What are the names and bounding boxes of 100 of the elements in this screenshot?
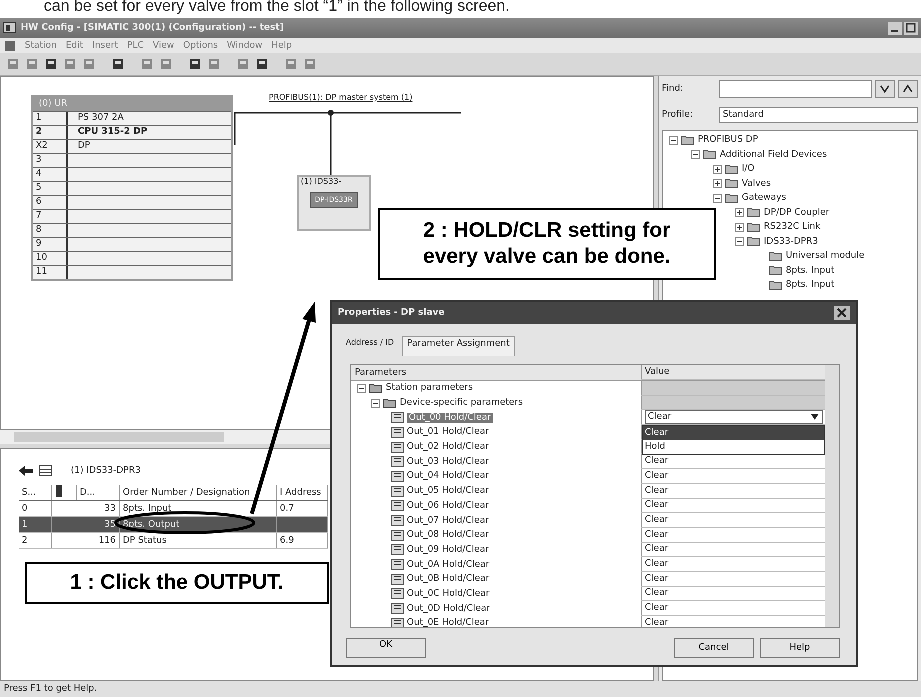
parameter-name[interactable]: Out_0B Hold/Clear bbox=[407, 574, 490, 584]
document-icon bbox=[4, 40, 16, 52]
expander-icon[interactable] bbox=[735, 237, 744, 246]
parameter-name[interactable]: Out_0A Hold/Clear bbox=[407, 560, 490, 570]
module-row[interactable]: 1 35 8pts. Output bbox=[19, 516, 328, 532]
parameter-icon bbox=[391, 426, 404, 438]
column-header[interactable]: D... bbox=[76, 485, 120, 500]
folder-icon bbox=[747, 222, 761, 233]
find-next-icon[interactable] bbox=[875, 80, 895, 98]
vertical-scrollbar[interactable] bbox=[825, 365, 839, 627]
parameter-name[interactable]: Out_0C Hold/Clear bbox=[407, 588, 490, 599]
value-cell[interactable]: Clear bbox=[645, 544, 669, 554]
parameter-name[interactable]: Out_0D Hold/Clear bbox=[407, 604, 490, 614]
module-name[interactable]: CPU 315-2 DP bbox=[78, 127, 148, 137]
menu-item[interactable]: Insert bbox=[92, 40, 118, 50]
window-title: HW Config - [SIMATIC 300(1) (Configuration) -- test] bbox=[21, 23, 284, 33]
value-cell[interactable]: Clear bbox=[645, 588, 669, 598]
parameter-name[interactable]: Out_09 Hold/Clear bbox=[407, 544, 490, 555]
catalog-item[interactable]: DP/DP Coupler bbox=[764, 208, 830, 218]
collapse-icon[interactable] bbox=[357, 384, 366, 393]
parameter-name[interactable]: Out_06 Hold/Clear bbox=[407, 500, 490, 511]
parameter-name[interactable]: Out_01 Hold/Clear bbox=[407, 427, 490, 438]
parameter-icon bbox=[391, 618, 404, 627]
parameter-name[interactable]: Out_05 Hold/Clear bbox=[407, 486, 490, 496]
column-header[interactable]: Value bbox=[641, 365, 825, 380]
parameter-name[interactable]: Out_07 Hold/Clear bbox=[407, 516, 490, 526]
callout-box: 1 : Click the OUTPUT. bbox=[25, 562, 329, 604]
dropdown-option[interactable]: Clear bbox=[643, 426, 824, 440]
dialog-tab[interactable]: Address / ID bbox=[342, 336, 398, 356]
find-field[interactable] bbox=[719, 80, 872, 98]
catalog-item[interactable]: Gateways bbox=[742, 193, 786, 204]
dialog-button[interactable]: Cancel bbox=[674, 638, 754, 658]
module-icon bbox=[55, 485, 63, 497]
value-cell[interactable]: Clear bbox=[645, 618, 669, 627]
dropdown-arrow-icon[interactable] bbox=[810, 413, 820, 422]
menu-item[interactable]: View bbox=[153, 40, 174, 50]
parameter-name[interactable]: Out_02 Hold/Clear bbox=[407, 442, 490, 452]
parameter-icon bbox=[391, 530, 404, 541]
parameter-icon bbox=[391, 412, 404, 424]
expander-icon[interactable] bbox=[713, 179, 722, 188]
catalog-item[interactable]: Universal module bbox=[786, 251, 865, 262]
value-cell[interactable]: Clear bbox=[645, 603, 669, 614]
menu-item[interactable]: Window bbox=[227, 40, 263, 50]
catalog-item[interactable]: Valves bbox=[742, 178, 772, 189]
catalog-item[interactable]: 8pts. Input bbox=[786, 266, 835, 276]
catalog-item[interactable]: 8pts. Input bbox=[786, 280, 835, 290]
parameter-name[interactable]: Out_04 Hold/Clear bbox=[407, 471, 490, 482]
module-name[interactable]: DP bbox=[78, 141, 90, 151]
table-cell: DP Status bbox=[120, 532, 276, 548]
module-row[interactable]: 2 116 DP Status 6.9 bbox=[19, 532, 328, 548]
dialog-button[interactable]: OK bbox=[346, 638, 426, 658]
catalog-item[interactable]: I/O bbox=[742, 164, 755, 174]
menu-item[interactable]: Edit bbox=[66, 40, 84, 50]
parameter-name[interactable]: Out_08 Hold/Clear bbox=[407, 530, 490, 540]
expander-icon[interactable] bbox=[669, 136, 678, 145]
expander-icon[interactable] bbox=[691, 150, 700, 160]
parameter-name[interactable]: Out_0E Hold/Clear bbox=[407, 618, 490, 627]
find-previous-icon[interactable] bbox=[898, 80, 918, 98]
catalog-item[interactable]: RS232C Link bbox=[764, 222, 821, 232]
catalog-item[interactable]: Additional Field Devices bbox=[720, 150, 828, 160]
parameter-name[interactable]: Out_00 Hold/Clear bbox=[407, 412, 494, 423]
expander-icon[interactable] bbox=[713, 194, 722, 203]
folder-icon bbox=[681, 134, 695, 146]
column-header[interactable] bbox=[52, 485, 76, 500]
column-header[interactable]: S... bbox=[19, 485, 52, 500]
value-dropdown[interactable]: Clear bbox=[645, 410, 823, 424]
value-cell[interactable]: Clear bbox=[645, 486, 669, 496]
column-header[interactable]: I Address bbox=[276, 485, 328, 500]
menu-item[interactable]: PLC bbox=[127, 40, 144, 50]
value-cell[interactable]: Clear bbox=[645, 500, 669, 510]
value-cell[interactable]: Clear bbox=[645, 574, 669, 584]
catalog-item[interactable]: PROFIBUS DP bbox=[698, 135, 758, 146]
profile-select[interactable]: Standard bbox=[719, 107, 918, 123]
column-header[interactable]: Order Number / Designation bbox=[120, 485, 276, 500]
expander-icon[interactable] bbox=[735, 208, 744, 218]
menu-item[interactable]: Options bbox=[183, 40, 218, 50]
column-header[interactable]: Parameters bbox=[351, 365, 641, 380]
parameter-group[interactable]: Device-specific parameters bbox=[400, 398, 524, 408]
module-name[interactable]: PS 307 2A bbox=[78, 113, 124, 123]
expander-icon[interactable] bbox=[735, 222, 744, 232]
table-cell: 2 bbox=[19, 532, 52, 548]
value-cell[interactable]: Clear bbox=[645, 530, 669, 540]
value-cell[interactable]: Clear bbox=[645, 470, 669, 481]
menu-item[interactable]: Help bbox=[272, 40, 292, 50]
value-cell[interactable]: Clear bbox=[645, 515, 669, 526]
expander-icon[interactable] bbox=[713, 164, 722, 174]
parameter-icon bbox=[391, 559, 404, 570]
dialog-tab[interactable]: Parameter Assignment bbox=[402, 336, 515, 356]
menu-item[interactable]: Station bbox=[25, 40, 57, 50]
slave-label: (1) IDS33- bbox=[300, 177, 342, 186]
parameter-name[interactable]: Out_03 Hold/Clear bbox=[407, 456, 490, 467]
catalog-item[interactable]: IDS33-DPR3 bbox=[764, 236, 818, 247]
collapse-icon[interactable] bbox=[371, 398, 380, 408]
close-button[interactable] bbox=[834, 306, 850, 320]
value-cell[interactable]: Clear bbox=[645, 559, 669, 570]
callout-box: 2 : HOLD/CLR setting for every valve can be done. bbox=[378, 208, 716, 280]
parameter-group[interactable]: Station parameters bbox=[386, 383, 474, 394]
dialog-button[interactable]: Help bbox=[760, 638, 840, 658]
dropdown-option[interactable]: Hold bbox=[643, 440, 824, 454]
value-cell[interactable]: Clear bbox=[645, 456, 669, 466]
